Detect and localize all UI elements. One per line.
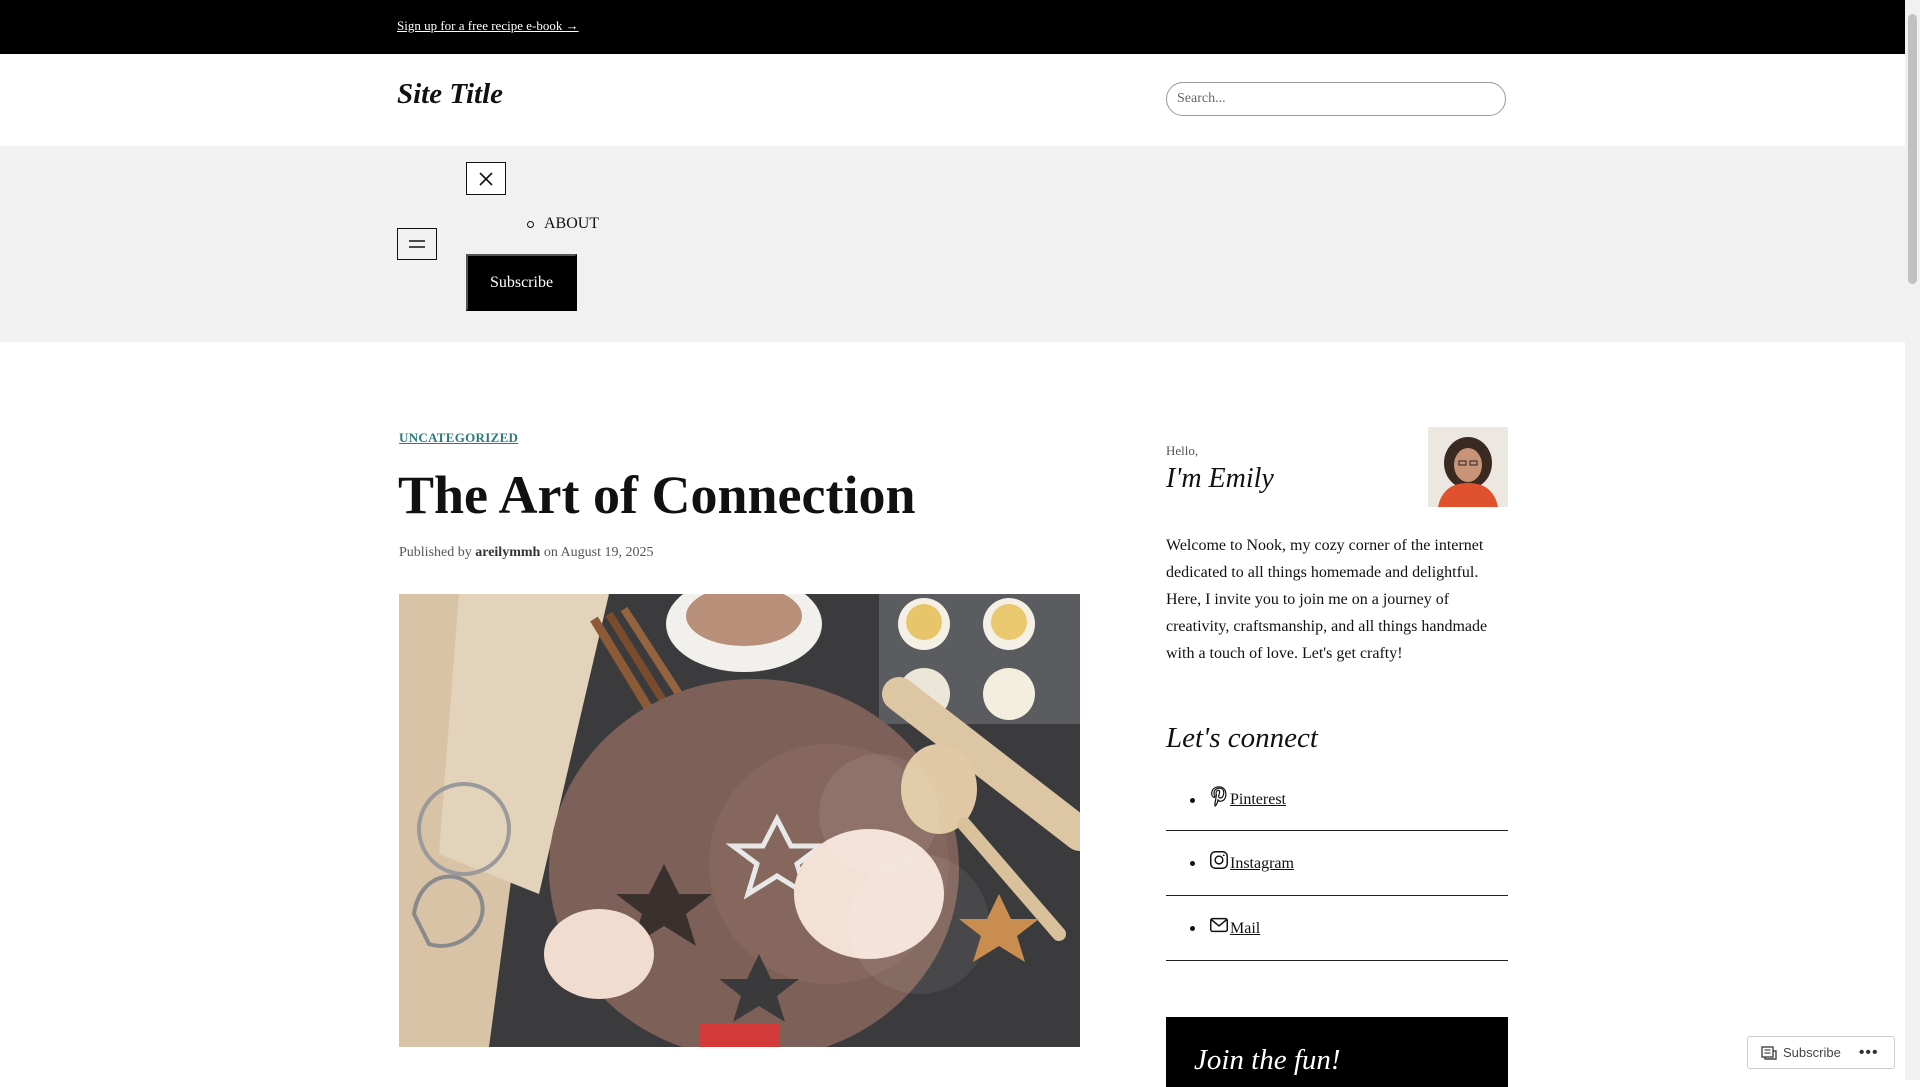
more-options-icon[interactable]: ••• <box>1859 1044 1879 1062</box>
close-icon <box>479 171 493 186</box>
top-banner: Sign up for a free recipe e-book → <box>0 0 1905 54</box>
nav-item-label[interactable]: ABOUT <box>544 215 599 233</box>
subscribe-button[interactable]: Subscribe <box>466 254 577 311</box>
join-the-fun-box: Join the fun! <box>1166 1017 1508 1087</box>
post-date[interactable]: August 19, 2025 <box>561 545 654 560</box>
post-title: The Art of Connection <box>398 465 916 525</box>
search-input[interactable] <box>1166 82 1506 116</box>
hamburger-icon <box>409 240 425 248</box>
menu-toggle-button[interactable] <box>397 228 437 260</box>
featured-image <box>399 594 1080 1047</box>
scrollbar-thumb[interactable] <box>1908 14 1917 284</box>
navigation-band <box>0 146 1905 342</box>
meta-on: on <box>543 545 558 560</box>
post-meta: Published by areilymmh on August 19, 202… <box>399 545 654 561</box>
floating-subscribe-bar[interactable]: Subscribe ••• <box>1747 1036 1895 1069</box>
avatar <box>1428 427 1508 507</box>
ebook-signup-link[interactable]: Sign up for a free recipe e-book → <box>397 18 579 34</box>
social-link-label[interactable]: Instagram <box>1230 855 1294 873</box>
social-link-label[interactable]: Mail <box>1230 920 1260 938</box>
post-category-link[interactable]: UNCATEGORIZED <box>399 430 518 446</box>
list-bullet <box>1190 861 1195 866</box>
list-bullet <box>527 220 534 228</box>
social-item-pinterest[interactable]: Pinterest <box>1166 770 1508 831</box>
page-scrollbar[interactable] <box>1905 0 1920 1080</box>
reader-icon <box>1761 1045 1777 1060</box>
sidebar-greeting: Hello, <box>1166 443 1199 458</box>
social-item-instagram[interactable]: Instagram <box>1166 832 1508 896</box>
post-author[interactable]: areilymmh <box>475 545 540 560</box>
mail-icon <box>1210 917 1228 932</box>
connect-heading: Let's connect <box>1166 722 1318 754</box>
social-link-label[interactable]: Pinterest <box>1230 791 1286 809</box>
meta-published-by: Published by <box>399 545 472 560</box>
join-heading: Join the fun! <box>1194 1044 1341 1076</box>
social-links-list: Pinterest Instagram Mail <box>1166 770 1508 962</box>
site-title[interactable]: Site Title <box>397 78 503 111</box>
close-menu-button[interactable] <box>466 162 506 195</box>
sidebar-about-text: Welcome to Nook, my cozy corner of the i… <box>1166 537 1488 662</box>
social-item-mail[interactable]: Mail <box>1166 897 1508 961</box>
nav-item-about[interactable]: ABOUT <box>527 215 599 233</box>
list-bullet <box>1190 926 1195 931</box>
sidebar-name: I'm Emily <box>1166 463 1274 494</box>
list-bullet <box>1190 797 1195 803</box>
pinterest-icon <box>1211 786 1227 807</box>
instagram-icon <box>1210 850 1228 869</box>
floating-subscribe-label[interactable]: Subscribe <box>1783 1045 1841 1060</box>
